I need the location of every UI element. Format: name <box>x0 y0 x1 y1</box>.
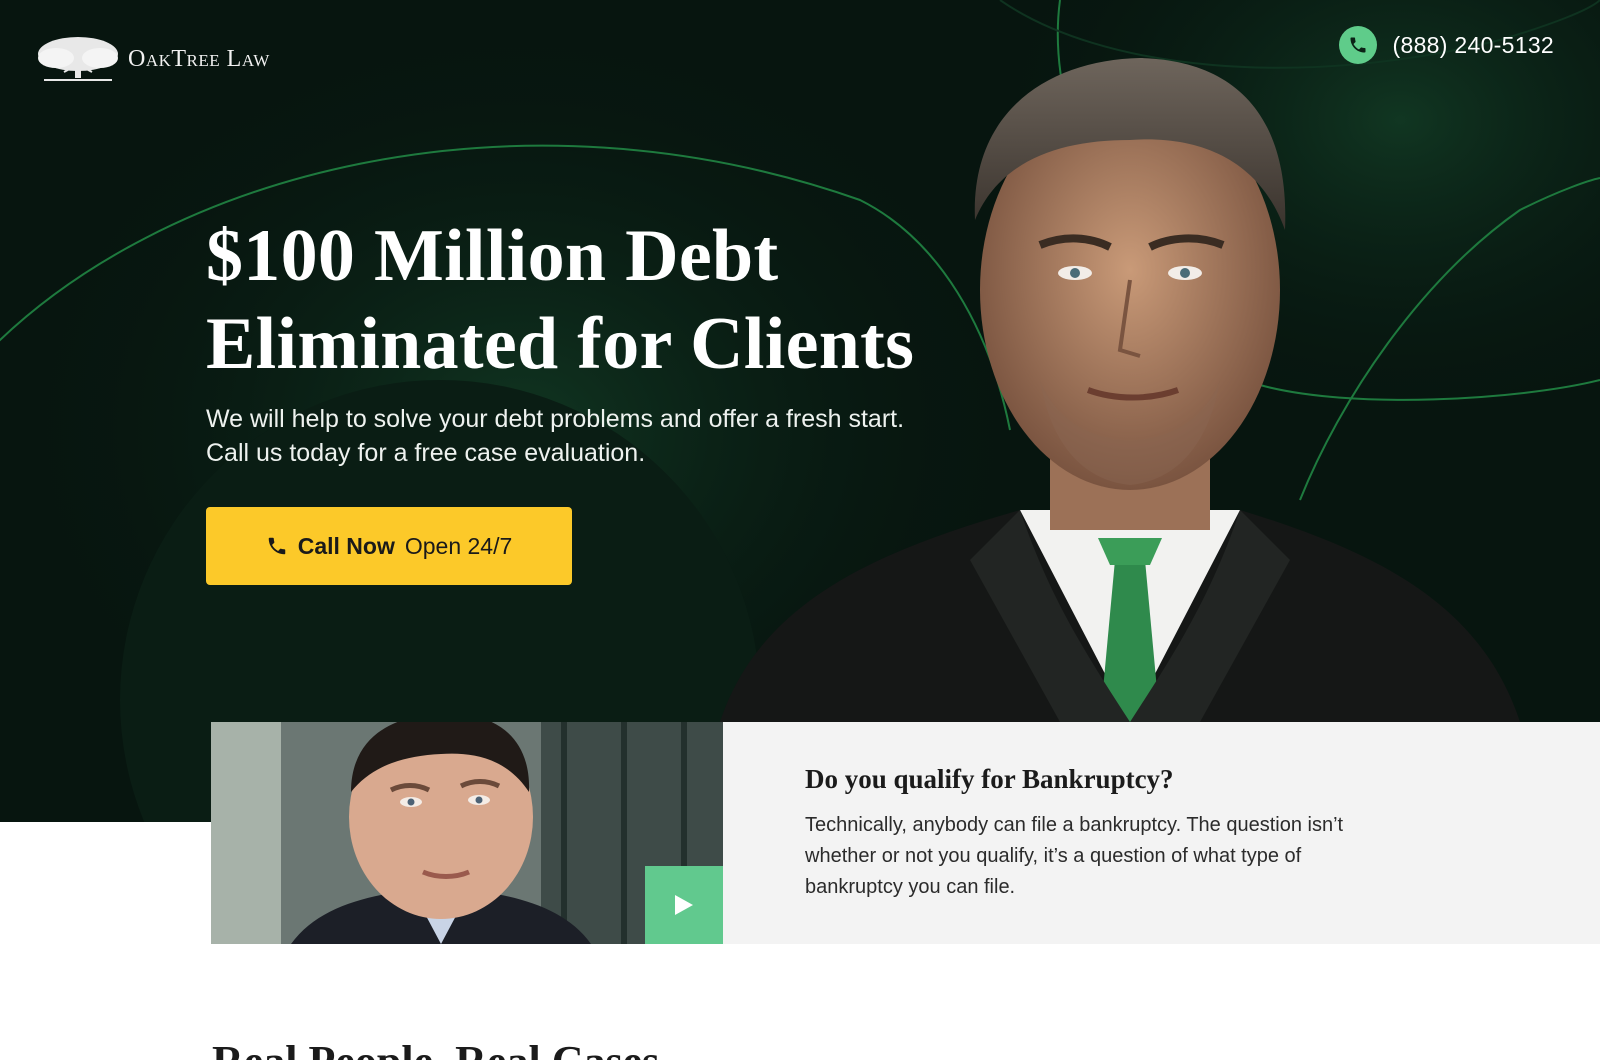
cta-label-light: Open 24/7 <box>404 532 513 559</box>
call-now-button[interactable]: Call Now Open 24/7 <box>206 507 572 585</box>
play-button[interactable] <box>645 866 723 944</box>
logo[interactable]: OakTree Law <box>34 34 270 84</box>
oak-tree-icon <box>38 37 118 81</box>
hero-section: OakTree Law (888) 240-5132 $100 Million … <box>0 0 1600 822</box>
hero-headline: $100 Million Debt Eliminated for Clients <box>206 212 1006 388</box>
qualify-title: Do you qualify for Bankruptcy? <box>805 764 1174 794</box>
video-thumbnail[interactable] <box>211 722 723 944</box>
qualify-text: Technically, anybody can file a bankrupt… <box>805 814 1344 898</box>
phone-icon <box>268 537 285 555</box>
cta-label-strong: Call Now <box>297 532 395 559</box>
headline-line-1: $100 Million Debt <box>206 215 779 297</box>
logo-text: OakTree Law <box>128 45 270 72</box>
hero-subtext: We will help to solve your debt problems… <box>206 405 905 467</box>
qualify-info-card: Do you qualify for Bankruptcy? Technical… <box>723 722 1600 944</box>
section-title: Real People, Real Cases <box>212 1036 659 1060</box>
headline-line-2: Eliminated for Clients <box>206 303 915 385</box>
play-icon <box>675 895 693 915</box>
